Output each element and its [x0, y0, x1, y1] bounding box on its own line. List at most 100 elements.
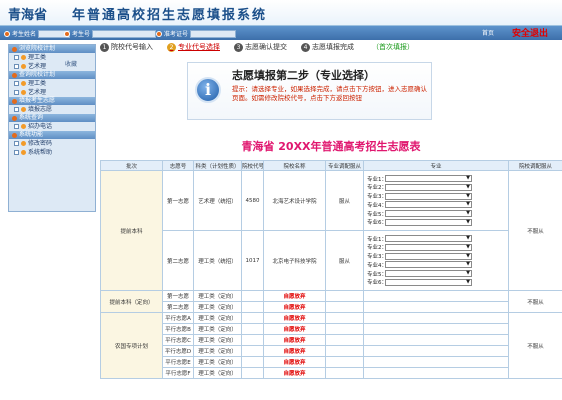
- status-cell: 自愿放弃: [263, 290, 326, 302]
- ticket-icon: [156, 30, 162, 37]
- sidebar-section-system-function[interactable]: 系统功能: [9, 131, 95, 139]
- item-icon: [21, 64, 26, 69]
- order-cell: 第一志愿: [162, 170, 194, 231]
- table-row: 提前本科 第一志愿 艺术理（统招） 4580 北海艺术设计学院 服从 专业1： …: [100, 170, 562, 291]
- sidebar-section-query[interactable]: 查询院校计划: [9, 71, 95, 79]
- major-4-select[interactable]: [385, 201, 472, 209]
- col-major-obey: 专业调配服从: [325, 160, 364, 171]
- sidebar-section-fill[interactable]: 填报考生志愿: [9, 97, 95, 105]
- section-icon: [12, 115, 17, 121]
- step-1[interactable]: 1 院校代号输入: [100, 42, 153, 52]
- col-school-obey: 院校调配服从: [508, 160, 562, 171]
- expand-icon: [14, 64, 19, 69]
- category-cell: 艺术理（统招）: [193, 170, 242, 231]
- step-number-4: 4: [301, 42, 310, 52]
- major-select-group: 专业1： 专业2： 专业3： 专业4： 专业5： 专业6：: [363, 170, 509, 231]
- major-4-select[interactable]: [385, 261, 472, 269]
- major-1-select[interactable]: [385, 175, 472, 183]
- order-cell: 平行志愿C: [162, 334, 194, 346]
- major-row: 专业4：: [367, 201, 505, 210]
- favorite-badge[interactable]: 收藏: [65, 59, 77, 68]
- category-cell: 理工类（定向）: [193, 367, 242, 379]
- sidebar-section-system-query[interactable]: 系统查询: [9, 114, 95, 122]
- major-2-select[interactable]: [385, 243, 472, 251]
- status-cell: 自愿放弃: [263, 312, 326, 324]
- sidebar-item-phone[interactable]: 招办电话: [9, 122, 95, 131]
- category-cell: 理工类（统招）: [193, 230, 242, 291]
- step-3[interactable]: 3 志愿确认提交: [234, 42, 287, 52]
- section-icon: [12, 132, 17, 138]
- batch-cell: 农国专项计划: [100, 312, 163, 379]
- exam-no-value: [92, 29, 157, 38]
- major-row: 专业5：: [367, 209, 505, 218]
- major-3-select[interactable]: [385, 252, 472, 260]
- major-6-select[interactable]: [385, 278, 472, 286]
- system-title: 年普通高校招生志愿填报系统: [72, 8, 268, 23]
- notice-title: 志愿填报第二步（专业选择）: [232, 69, 375, 82]
- table-row: 平行志愿D 理工类（定向） 自愿放弃: [101, 345, 562, 357]
- order-cell: 平行志愿D: [162, 345, 194, 357]
- step-number-3: 3: [234, 42, 243, 52]
- major-5-select[interactable]: [385, 270, 472, 278]
- status-cell: 自愿放弃: [263, 356, 326, 368]
- step-2[interactable]: 2 专业代号选择: [167, 42, 220, 52]
- section-icon: [12, 46, 17, 52]
- major-row: 专业5：: [367, 269, 505, 278]
- major-1-select[interactable]: [385, 235, 472, 243]
- sidebar-item-browse-science[interactable]: 理工类: [9, 53, 95, 62]
- item-icon: [21, 90, 26, 95]
- status-cell: 自愿放弃: [263, 367, 326, 379]
- obey-cell: 服从: [325, 230, 364, 291]
- notice-text: 提示：请选择专业，如果选择完成，请点击下方按钮，进入志愿确认页面。如需修改院校代…: [232, 85, 427, 102]
- table-header: 批次 志愿号 科类（计划性质） 院校代号 院校名称 专业调配服从 专业 院校调配…: [100, 160, 562, 171]
- sidebar-section-browse[interactable]: 浏览院校计划: [9, 45, 95, 53]
- major-row: 专业6：: [367, 278, 505, 287]
- expand-icon: [14, 81, 19, 86]
- expand-icon: [14, 107, 19, 112]
- major-row: 专业2：: [367, 243, 505, 252]
- sidebar-item-browse-art[interactable]: 艺术理: [9, 62, 95, 71]
- order-cell: 平行志愿F: [162, 367, 194, 379]
- expand-icon: [14, 150, 19, 155]
- sidebar-item-query-science[interactable]: 理工类: [9, 79, 95, 88]
- major-5-select[interactable]: [385, 210, 472, 218]
- table-row: 平行志愿E 理工类（定向） 自愿放弃: [101, 356, 562, 368]
- step-4[interactable]: 4 志愿填报完成: [301, 42, 354, 52]
- ticket-no-field: 准考证号: [156, 29, 237, 38]
- major-row: 专业6：: [367, 218, 505, 227]
- school-obey-cell: 不服从: [508, 170, 562, 291]
- category-cell: 理工类（定向）: [193, 290, 242, 302]
- expand-icon: [14, 55, 19, 60]
- major-2-select[interactable]: [385, 183, 472, 191]
- col-major: 专业: [363, 160, 509, 171]
- item-icon: [21, 150, 26, 155]
- application-table: 批次 志愿号 科类（计划性质） 院校代号 院校名称 专业调配服从 专业 院校调配…: [100, 160, 562, 379]
- obey-cell: 服从: [325, 170, 364, 231]
- order-cell: 第二志愿: [162, 301, 194, 313]
- home-link[interactable]: 首页: [482, 28, 494, 37]
- code-cell: 4580: [241, 170, 264, 231]
- major-6-select[interactable]: [385, 218, 472, 226]
- sidebar-item-password[interactable]: 修改密码: [9, 139, 95, 148]
- ticket-no-value: [190, 29, 237, 38]
- major-3-select[interactable]: [385, 192, 472, 200]
- exit-link[interactable]: 安全退出: [512, 26, 548, 39]
- item-icon: [21, 141, 26, 146]
- section-icon: [12, 72, 17, 78]
- batch-cell: 提前本科（定向）: [100, 290, 163, 313]
- table-row: 平行志愿C 理工类（定向） 自愿放弃: [101, 334, 562, 346]
- province-title: 青海省: [8, 8, 48, 23]
- col-code: 院校代号: [241, 160, 264, 171]
- major-select-group: 专业1： 专业2： 专业3： 专业4： 专业5： 专业6：: [363, 230, 509, 291]
- major-row: 专业2：: [367, 183, 505, 192]
- order-cell: 第二志愿: [162, 230, 194, 291]
- title-bar: 青海省 年普通高校招生志愿填报系统: [0, 0, 562, 26]
- table-row: 提前本科（定向） 第一志愿 理工类（定向） 自愿放弃 不服从: [100, 290, 562, 313]
- category-cell: 理工类（定向）: [193, 345, 242, 357]
- sidebar-item-query-art[interactable]: 艺术理: [9, 88, 95, 97]
- school-cell: 北京电子科技学院: [263, 230, 326, 291]
- sidebar-item-help[interactable]: 系统帮助: [9, 148, 95, 157]
- sidebar-item-fill[interactable]: 填报志愿: [9, 105, 95, 114]
- step-number-1: 1: [100, 42, 109, 52]
- col-order: 志愿号: [162, 160, 194, 171]
